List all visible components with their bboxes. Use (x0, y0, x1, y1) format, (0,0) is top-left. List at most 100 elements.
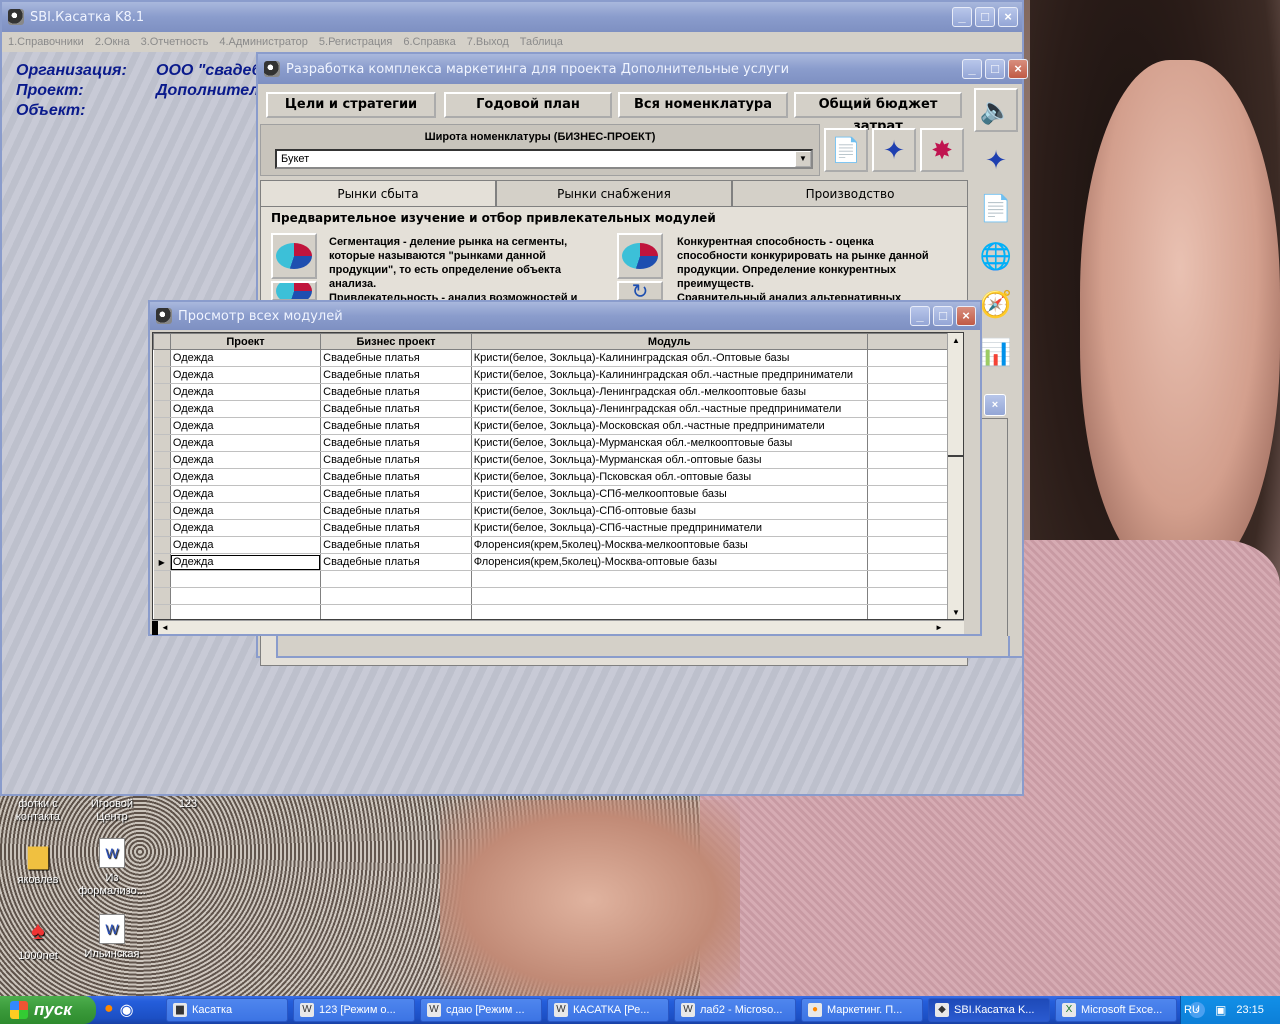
maximize-button[interactable]: □ (933, 306, 953, 326)
main-titlebar[interactable]: SBI.Касатка K8.1 _ □ × (2, 2, 1022, 32)
desktop-icon-yakovlev[interactable]: ▆ яковлев (0, 838, 76, 887)
cell-business-project[interactable]: Свадебные платья (320, 519, 472, 537)
firefox-icon[interactable]: ● (104, 1000, 114, 1020)
cell-business-project[interactable]: Свадебные платья (320, 468, 472, 486)
cell-business-project[interactable]: Свадебные платья (320, 434, 472, 452)
table-row[interactable]: Одежда Свадебные платья Кристи(белое, Зокл… (153, 434, 963, 452)
clock[interactable]: 23:15 (1236, 1004, 1264, 1016)
cell-business-project[interactable]: Свадебные платья (320, 536, 472, 554)
close-button[interactable]: × (956, 306, 976, 326)
document-list-button[interactable]: 📄 (824, 128, 868, 172)
cell-module[interactable]: Кристи(белое, Зокльца)-Ленинградская обл… (471, 383, 868, 401)
menu-table[interactable]: Таблица (520, 36, 563, 48)
cell-project[interactable]: Одежда (170, 451, 322, 469)
minimize-button[interactable]: _ (952, 7, 972, 27)
marketing-titlebar[interactable]: Разработка комплекса маркетинга для прое… (258, 54, 1028, 84)
menu-admin[interactable]: 4.Администратор (219, 36, 308, 48)
cell-project[interactable] (170, 587, 322, 605)
cell-module[interactable] (471, 587, 868, 605)
table-row[interactable]: Одежда Свадебные платья Кристи(белое, Зокл… (153, 366, 963, 384)
task-sdayu-word[interactable]: Wсдаю [Режим ... (420, 998, 542, 1022)
cell-module[interactable]: Флоренсия(крем,5колец)-Москва-мелкооптов… (471, 536, 868, 554)
minimize-button[interactable]: _ (910, 306, 930, 326)
cell-project[interactable]: Одежда (170, 553, 322, 571)
desktop-icon-ilinskaya[interactable]: W Ильинская (74, 914, 150, 961)
empty-table-row[interactable] (153, 604, 963, 619)
tab-sales-markets[interactable]: Рынки сбыта (260, 180, 496, 206)
attractiveness-button[interactable] (271, 281, 317, 301)
tray-status-icon[interactable]: ▣ (1215, 1003, 1226, 1017)
table-row[interactable]: Одежда Свадебные платья Кристи(белое, Зокл… (153, 502, 963, 520)
cell-project[interactable]: Одежда (170, 485, 322, 503)
all-nomenclature-button[interactable]: Вся номенклатура (618, 92, 788, 118)
table-row[interactable]: Одежда Свадебные платья Кристи(белое, Зокл… (153, 400, 963, 418)
row-indicator[interactable] (153, 536, 171, 554)
total-budget-button[interactable]: Общий бюджет затрат (794, 92, 962, 134)
row-indicator[interactable] (153, 570, 171, 588)
nomenclature-combo[interactable]: Букет ▼ (275, 149, 813, 169)
task-sbi-kasatka[interactable]: ◆ SBI.Касатка K... (928, 998, 1050, 1022)
cell-module[interactable]: Кристи(белое, Зокльца)-СПб-частные предп… (471, 519, 868, 537)
desktop-icon-123[interactable]: 123 (150, 798, 226, 811)
horizontal-scrollbar[interactable]: ◄ ► (152, 620, 964, 635)
cell-project[interactable]: Одежда (170, 434, 322, 452)
view-modules-titlebar[interactable]: Просмотр всех модулей _ □ × (150, 302, 980, 330)
close-button[interactable]: × (1008, 59, 1028, 79)
table-row[interactable]: Одежда Свадебные платья Флоренсия(крем,5ко… (153, 536, 963, 554)
cell-business-project[interactable]: Свадебные платья (320, 553, 472, 571)
tab-supply-markets[interactable]: Рынки снабжения (496, 180, 732, 206)
vertical-scrollbar[interactable]: ▲ ▼ (947, 333, 963, 619)
stars-button[interactable]: ✦ (872, 128, 916, 172)
cell-project[interactable]: Одежда (170, 383, 322, 401)
media-player-icon[interactable]: ◉ (120, 1000, 134, 1020)
empty-table-row[interactable] (153, 570, 963, 588)
menu-reports[interactable]: 3.Отчетность (141, 36, 209, 48)
cell-business-project[interactable]: Свадебные платья (320, 451, 472, 469)
comparative-analysis-button[interactable]: ↻ (617, 281, 663, 301)
cell-business-project[interactable] (320, 587, 472, 605)
background-window-close-button[interactable]: × (984, 394, 1006, 416)
task-marketing-firefox[interactable]: ● Маркетинг. П... (801, 998, 923, 1022)
cell-module[interactable]: Кристи(белое, Зокльца)-Московская обл.-ч… (471, 417, 868, 435)
scroll-up-icon[interactable]: ▲ (948, 333, 963, 349)
cell-project[interactable] (170, 604, 322, 619)
star-burst-button[interactable]: ✸ (920, 128, 964, 172)
row-indicator[interactable] (153, 485, 171, 503)
cell-project[interactable] (170, 570, 322, 588)
task-kasatka-word[interactable]: W КАСАТКА [Ре... (547, 998, 669, 1022)
column-header-business-project[interactable]: Бизнес проект (320, 333, 472, 350)
row-indicator[interactable] (153, 400, 171, 418)
cell-project[interactable]: Одежда (170, 502, 322, 520)
cell-business-project[interactable]: Свадебные платья (320, 366, 472, 384)
row-indicator[interactable] (153, 604, 171, 619)
competitiveness-button[interactable] (617, 233, 663, 279)
row-indicator[interactable] (153, 417, 171, 435)
row-indicator[interactable] (153, 383, 171, 401)
cell-business-project[interactable]: Свадебные платья (320, 400, 472, 418)
stars-side-button[interactable]: ✦ (974, 138, 1018, 182)
cell-business-project[interactable]: Свадебные платья (320, 502, 472, 520)
row-indicator[interactable] (153, 434, 171, 452)
annual-plan-button[interactable]: Годовой план (444, 92, 612, 118)
cell-module[interactable]: Кристи(белое, Зокльца)-Ленинградская обл… (471, 400, 868, 418)
row-indicator[interactable] (153, 502, 171, 520)
cell-module[interactable] (471, 604, 868, 619)
row-indicator[interactable] (153, 468, 171, 486)
cell-module[interactable]: Кристи(белое, Зокльца)-СПб-мелкооптовые … (471, 485, 868, 503)
current-row-indicator-icon[interactable]: ▶ (153, 553, 171, 571)
desktop-icon-game-center[interactable]: Игровой Центр (74, 798, 150, 824)
menu-directories[interactable]: 1.Справочники (8, 36, 84, 48)
menu-registration[interactable]: 5.Регистрация (319, 36, 392, 48)
menu-exit[interactable]: 7.Выход (467, 36, 509, 48)
cell-module[interactable]: Кристи(белое, Зокльца)-Мурманская обл.-о… (471, 451, 868, 469)
scroll-left-icon[interactable]: ◄ (158, 621, 172, 635)
table-row[interactable]: Одежда Свадебные платья Кристи(белое, Зокл… (153, 468, 963, 486)
maximize-button[interactable]: □ (985, 59, 1005, 79)
cell-module[interactable]: Кристи(белое, Зокльца)-Мурманская обл.-м… (471, 434, 868, 452)
table-row[interactable]: Одежда Свадебные платья Кристи(белое, Зокл… (153, 383, 963, 401)
row-indicator[interactable] (153, 366, 171, 384)
speaker-button[interactable]: 🔈 (974, 88, 1018, 132)
column-header-module[interactable]: Модуль (470, 333, 868, 350)
cell-business-project[interactable] (320, 570, 472, 588)
language-indicator[interactable]: RU (1184, 1004, 1200, 1016)
